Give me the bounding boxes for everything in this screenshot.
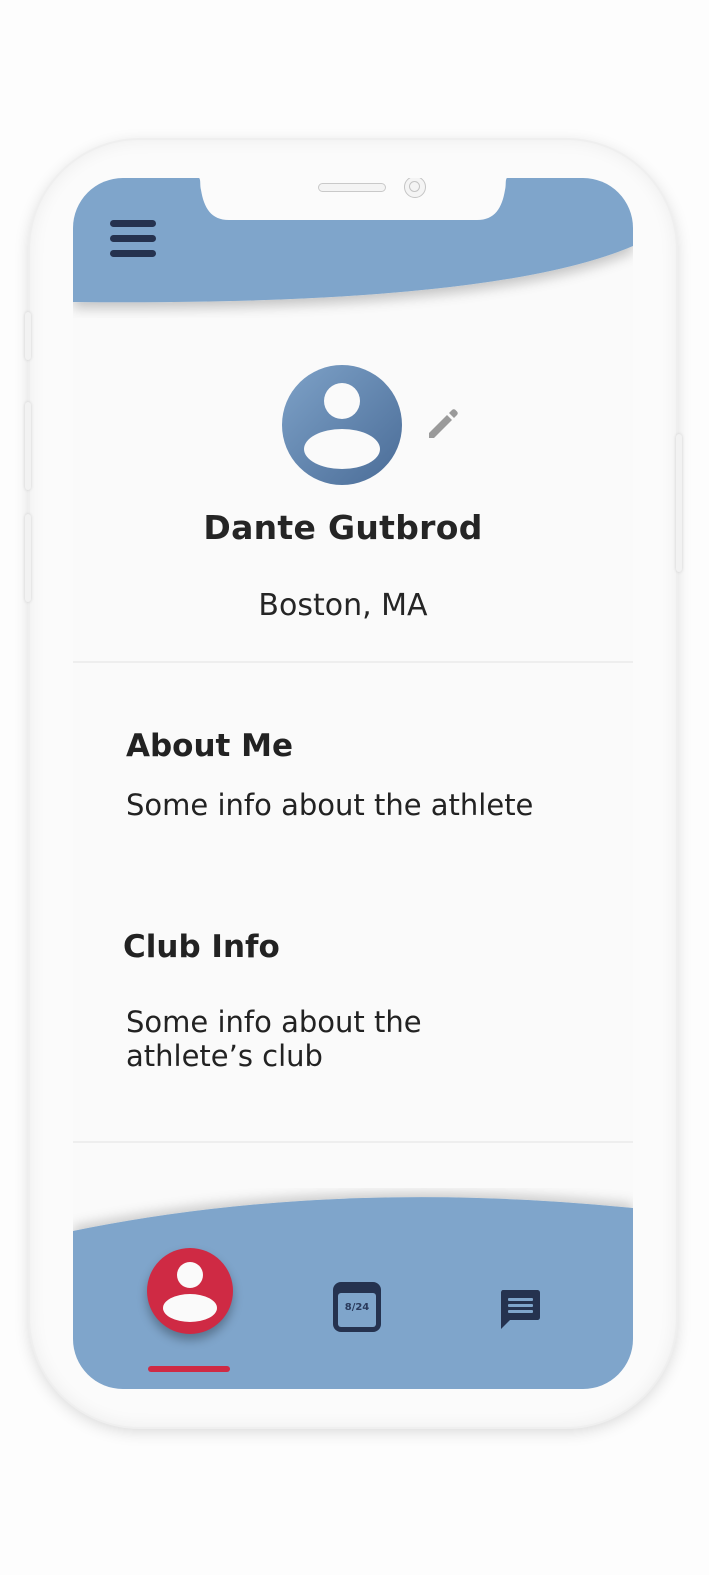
chat-message-icon[interactable] — [499, 1288, 541, 1330]
active-tab-indicator — [148, 1366, 230, 1372]
divider — [73, 661, 633, 663]
phone-power-button — [676, 434, 682, 572]
club-info-text: Some info about the athlete’s club — [126, 1005, 422, 1073]
divider — [73, 1141, 633, 1143]
pencil-icon[interactable] — [424, 404, 462, 442]
profile-name: Dante Gutbrod — [203, 508, 483, 547]
phone-volume-up — [25, 402, 31, 490]
about-me-text: Some info about the athlete — [126, 788, 534, 822]
nav-profile-button[interactable] — [147, 1248, 233, 1334]
hamburger-menu-icon[interactable] — [107, 218, 159, 260]
app-screen: Dante Gutbrod Boston, MA About Me Some i… — [73, 178, 633, 1389]
about-me-heading: About Me — [126, 728, 294, 764]
profile-location: Boston, MA — [258, 588, 428, 623]
account-circle-icon — [163, 1262, 217, 1322]
phone-speaker — [318, 183, 386, 192]
calendar-date-label: 8/24 — [344, 1302, 370, 1313]
account-circle-icon — [282, 365, 402, 485]
club-info-heading: Club Info — [123, 929, 280, 965]
phone-silent-switch — [25, 312, 31, 360]
nav-calendar-button[interactable]: 8/24 — [331, 1280, 383, 1334]
phone-volume-down — [25, 514, 31, 602]
